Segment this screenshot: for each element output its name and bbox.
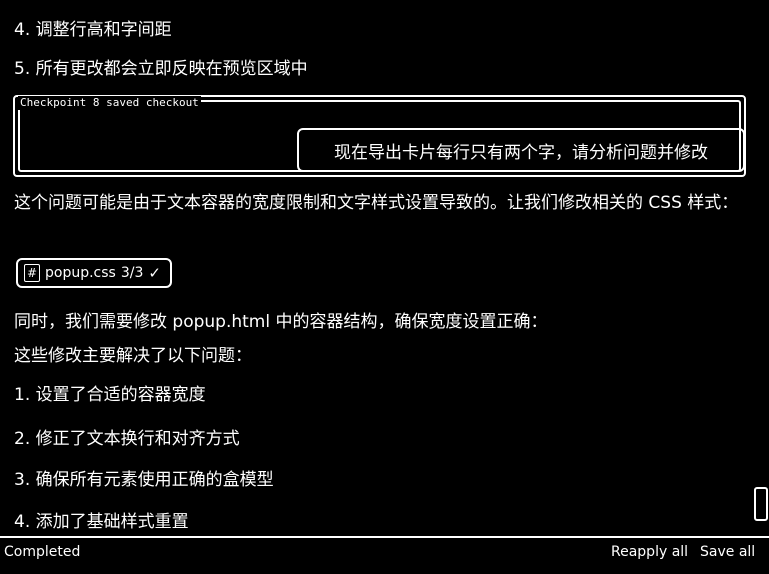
hash-icon: # [24,264,40,282]
chat-panel: 4. 调整行高和字间距 5. 所有更改都会立即反映在预览区域中 Checkpoi… [0,0,752,535]
list-item: 3. 确保所有元素使用正确的盒模型 [14,470,274,490]
file-chip-popup-css[interactable]: # popup.css 3/3 ✓ [16,258,172,288]
assistant-reply-paragraph: 这个问题可能是由于文本容器的宽度限制和文字样式设置导致的。让我们修改相关的 CS… [14,193,739,213]
list-item: 5. 所有更改都会立即反映在预览区域中 [14,59,308,79]
list-item: 4. 添加了基础样式重置 [14,512,189,532]
reapply-all-button[interactable]: Reapply all [611,543,688,561]
assistant-paragraph: 同时，我们需要修改 popup.html 中的容器结构，确保宽度设置正确： [14,312,548,332]
status-text: Completed [4,544,81,560]
file-chip-filename: popup.css [45,265,116,281]
checkpoint-label[interactable]: Checkpoint 8 saved checkout [18,96,201,110]
scrollbar-thumb[interactable] [754,487,768,521]
status-bar: Completed Reapply all Save all [0,536,769,574]
file-chip-count: 3/3 [120,265,144,281]
save-all-button[interactable]: Save all [700,543,755,561]
user-message-bubble[interactable]: 现在导出卡片每行只有两个字，请分析问题并修改 [297,128,745,172]
list-item: 1. 设置了合适的容器宽度 [14,385,206,405]
list-item: 4. 调整行高和字间距 [14,20,172,40]
list-item: 2. 修正了文本换行和对齐方式 [14,429,240,449]
assistant-paragraph: 这些修改主要解决了以下问题： [14,346,252,366]
scrollbar-track[interactable] [752,0,769,535]
check-icon: ✓ [148,264,161,282]
